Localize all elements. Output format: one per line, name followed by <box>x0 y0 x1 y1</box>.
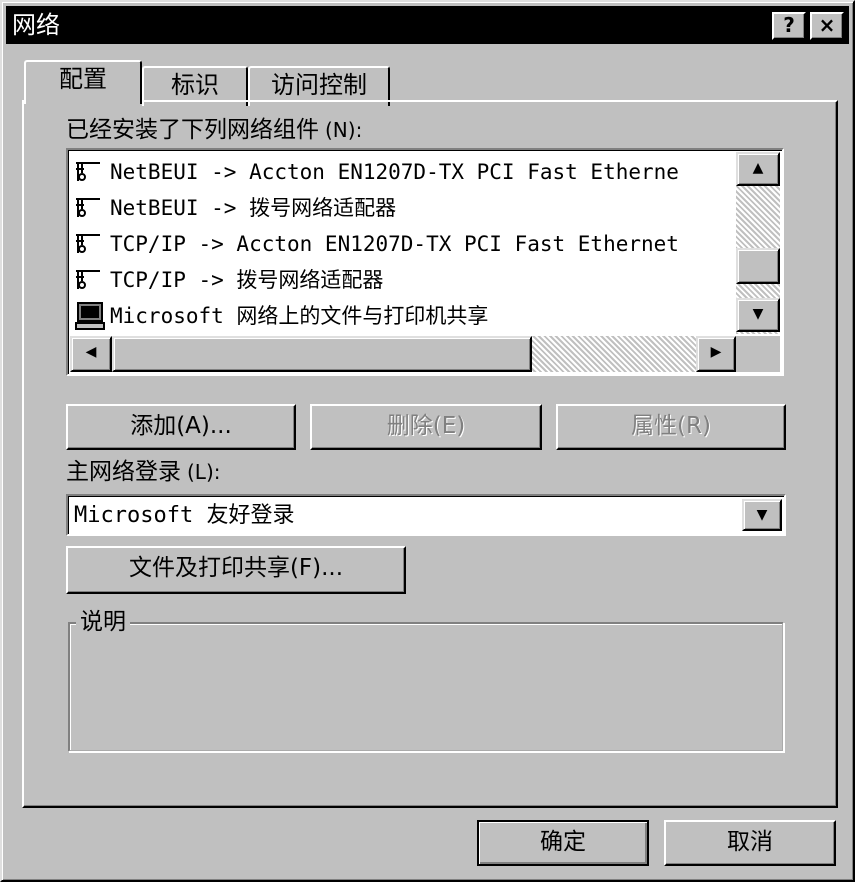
network-protocol-icon <box>76 162 100 181</box>
list-item-text: Microsoft 网络上的文件与打印机共享 <box>110 304 489 328</box>
primary-logon-accel: (L): <box>187 460 221 484</box>
ok-button[interactable]: 确定 <box>477 820 649 866</box>
properties-button[interactable]: 属性(R) <box>556 404 786 450</box>
network-protocol-icon <box>76 270 100 289</box>
remove-button[interactable]: 删除(E) <box>310 404 542 450</box>
window-title: 网络 <box>12 11 60 39</box>
scroll-up-button[interactable]: ▲ <box>736 152 780 186</box>
title-bar[interactable]: 网络 ? × <box>6 6 849 44</box>
components-items: NetBEUI -> Accton EN1207D-TX PCI Fast Et… <box>72 154 736 336</box>
components-label: 已经安装了下列网络组件 (N): <box>66 116 362 144</box>
list-item[interactable]: Microsoft 网络上的文件与打印机共享 <box>72 298 736 334</box>
network-dialog: 网络 ? × 配置 标识 访问控制 已经安装了下列网络组件 (N): NetBEU… <box>0 0 855 882</box>
list-item[interactable]: NetBEUI -> 拨号网络适配器 <box>72 190 736 226</box>
components-label-text: 已经安装了下列网络组件 <box>66 117 319 143</box>
scroll-left-button[interactable]: ◀ <box>70 336 112 372</box>
scroll-down-button[interactable]: ▼ <box>736 298 780 332</box>
list-item-text: NetBEUI -> Accton EN1207D-TX PCI Fast Et… <box>110 160 679 184</box>
components-accel: (N): <box>325 118 363 142</box>
primary-logon-value: Microsoft 友好登录 <box>74 503 295 528</box>
primary-logon-label-text: 主网络登录 <box>66 459 181 485</box>
list-item-text: TCP/IP -> Accton EN1207D-TX PCI Fast Eth… <box>110 232 679 256</box>
primary-logon-select[interactable]: Microsoft 友好登录 ▼ <box>66 494 786 536</box>
vertical-scrollbar[interactable]: ▲ ▼ <box>736 152 780 334</box>
close-button[interactable]: × <box>810 12 844 40</box>
network-service-computer-icon <box>75 302 105 330</box>
help-button[interactable]: ? <box>772 12 806 40</box>
chevron-down-icon[interactable]: ▼ <box>742 499 782 531</box>
list-item[interactable]: TCP/IP -> 拨号网络适配器 <box>72 262 736 298</box>
file-print-sharing-button[interactable]: 文件及打印共享(F)... <box>66 546 406 594</box>
scroll-corner <box>736 336 780 372</box>
description-legend: 说明 <box>76 608 130 636</box>
list-item[interactable]: NetBEUI -> Accton EN1207D-TX PCI Fast Et… <box>72 154 736 190</box>
horizontal-scrollbar[interactable]: ◀ ▶ <box>70 336 736 372</box>
cancel-button[interactable]: 取消 <box>664 820 836 866</box>
network-protocol-icon <box>76 198 100 217</box>
list-item-text: TCP/IP -> 拨号网络适配器 <box>110 268 384 292</box>
horizontal-scroll-thumb[interactable] <box>112 336 532 372</box>
network-protocol-icon <box>76 234 100 253</box>
list-item[interactable]: TCP/IP -> Accton EN1207D-TX PCI Fast Eth… <box>72 226 736 262</box>
list-item-text: NetBEUI -> 拨号网络适配器 <box>110 196 397 220</box>
components-list[interactable]: NetBEUI -> Accton EN1207D-TX PCI Fast Et… <box>66 148 784 376</box>
add-button[interactable]: 添加(A)... <box>66 404 296 450</box>
vertical-scroll-thumb[interactable] <box>736 248 780 284</box>
tab-config[interactable]: 配置 <box>24 60 142 104</box>
description-groupbox: 说明 <box>68 608 784 752</box>
primary-logon-label: 主网络登录 (L): <box>66 458 221 486</box>
scroll-right-button[interactable]: ▶ <box>696 336 736 372</box>
